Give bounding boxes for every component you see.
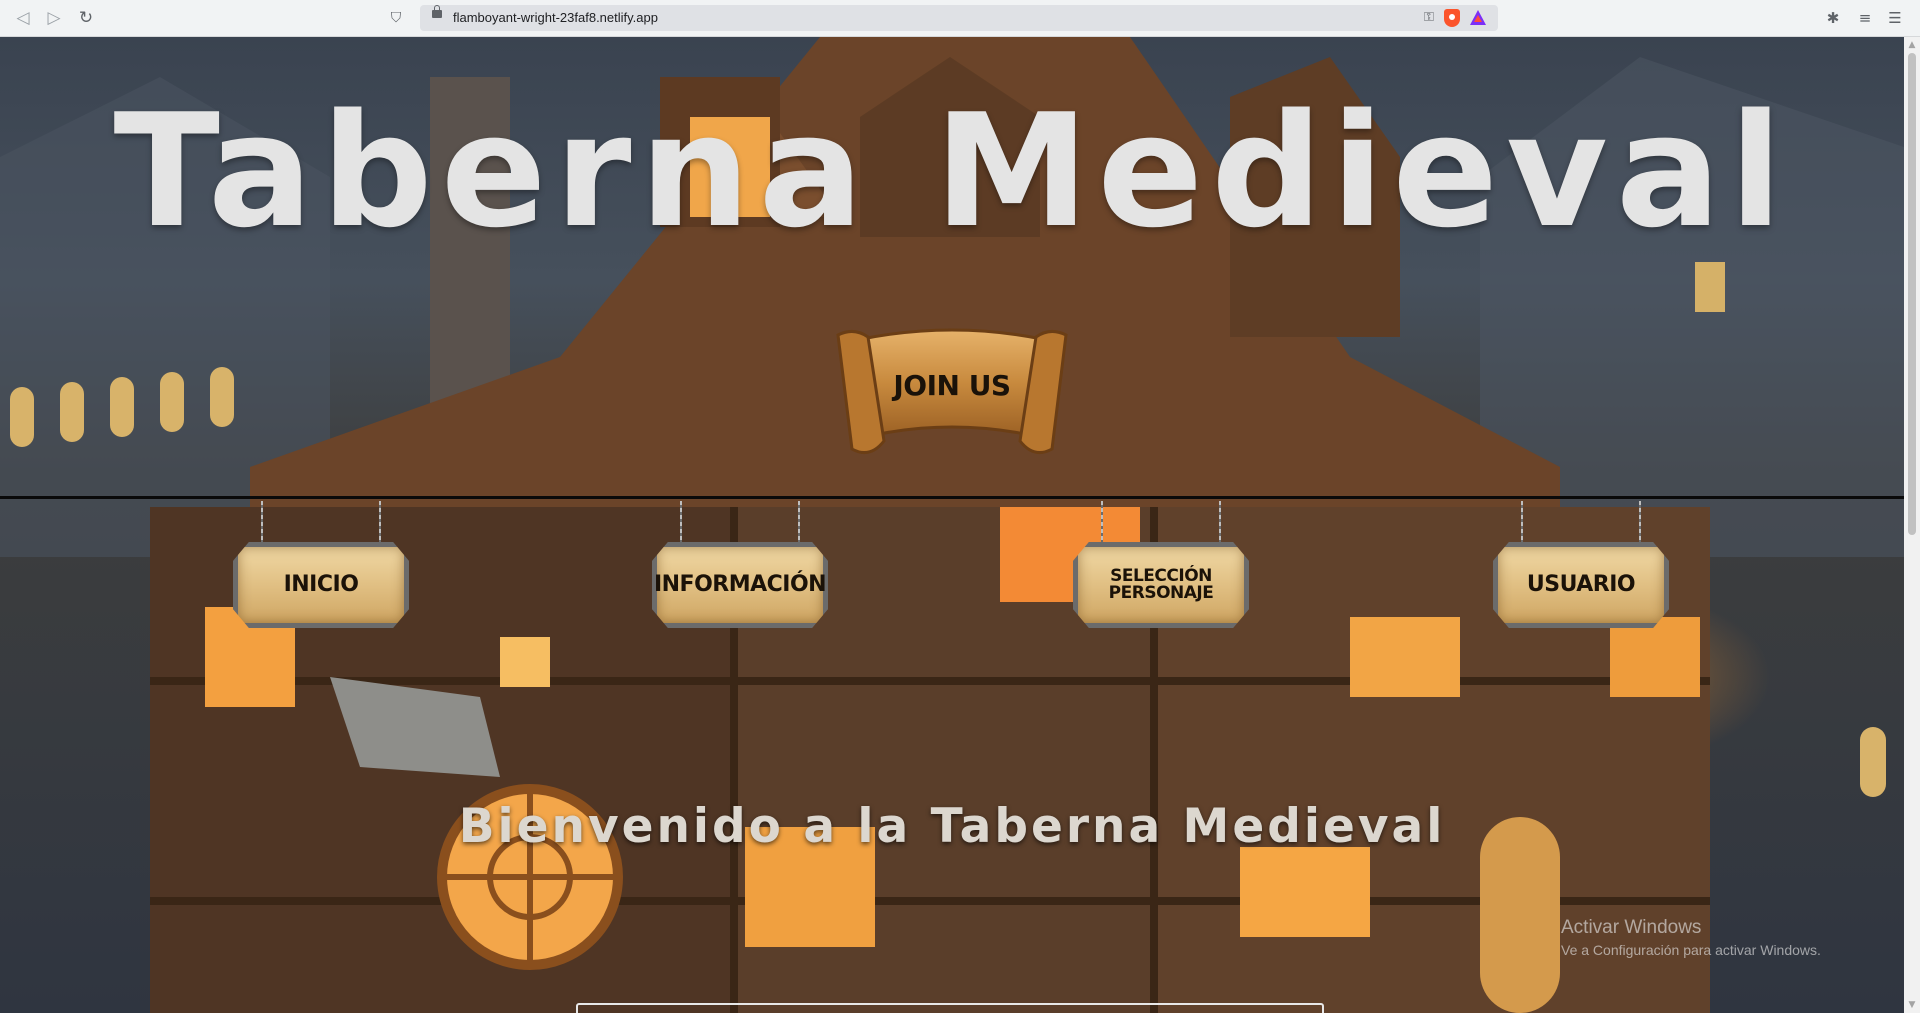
nav-informacion[interactable]: INFORMACIÓN xyxy=(652,501,828,629)
windows-activation-watermark: Activar Windows Ve a Configuración para … xyxy=(1561,917,1821,958)
welcome-heading: Bienvenido a la Taberna Medieval xyxy=(458,799,1446,854)
scroll-up-icon[interactable]: ▲ xyxy=(1904,37,1920,53)
forward-arrow-icon[interactable]: ▷ xyxy=(43,7,65,29)
vertical-scrollbar[interactable]: ▲ ▼ xyxy=(1904,37,1920,1013)
section-divider xyxy=(0,496,1904,499)
brave-shield-icon[interactable] xyxy=(1444,9,1460,27)
puzzle-icon[interactable]: ✱ xyxy=(1823,8,1843,28)
nav-item-label: INICIO xyxy=(283,572,359,597)
lock-icon[interactable] xyxy=(432,5,442,18)
bookmark-icon[interactable]: ⛉ xyxy=(388,8,404,28)
reload-icon[interactable]: ↻ xyxy=(75,7,97,29)
watermark-subtitle: Ve a Configuración para activar Windows. xyxy=(1561,942,1821,958)
nav-seleccion-personaje[interactable]: SELECCIÓN PERSONAJE xyxy=(1073,501,1249,629)
back-arrow-icon[interactable]: ◁ xyxy=(12,7,34,29)
nav-usuario[interactable]: USUARIO xyxy=(1493,501,1669,629)
address-bar[interactable]: flamboyant-wright-23faf8.netlify.app ⚿ xyxy=(420,5,1498,31)
page-background: Taberna Medieval JOIN US INICIO INFORMAC… xyxy=(0,37,1904,1013)
nav-item-label: USUARIO xyxy=(1526,572,1636,597)
scroll-thumb[interactable] xyxy=(1908,53,1916,535)
site-title: Taberna Medieval xyxy=(113,80,1791,262)
key-icon[interactable]: ⚿ xyxy=(1420,9,1438,27)
hamburger-menu-icon[interactable]: ☰ xyxy=(1885,8,1905,28)
main-navigation: INICIO INFORMACIÓN SELECCIÓN PERSONAJE U… xyxy=(0,501,1904,631)
playlist-icon[interactable]: ≡ xyxy=(1855,8,1875,28)
scroll-down-icon[interactable]: ▼ xyxy=(1904,997,1920,1013)
nav-item-label: INFORMACIÓN xyxy=(653,572,827,597)
join-us-label: JOIN US xyxy=(893,369,1011,402)
url-text[interactable]: flamboyant-wright-23faf8.netlify.app xyxy=(453,5,658,31)
nav-inicio[interactable]: INICIO xyxy=(233,501,409,629)
join-us-button[interactable]: JOIN US xyxy=(832,325,1072,459)
brave-rewards-icon[interactable] xyxy=(1470,10,1486,25)
browser-toolbar: ◁ ▷ ↻ ⛉ flamboyant-wright-23faf8.netlify… xyxy=(0,0,1920,37)
nav-item-label: SELECCIÓN PERSONAJE xyxy=(1108,566,1214,603)
watermark-title: Activar Windows xyxy=(1561,917,1702,938)
content-box xyxy=(576,1003,1324,1013)
